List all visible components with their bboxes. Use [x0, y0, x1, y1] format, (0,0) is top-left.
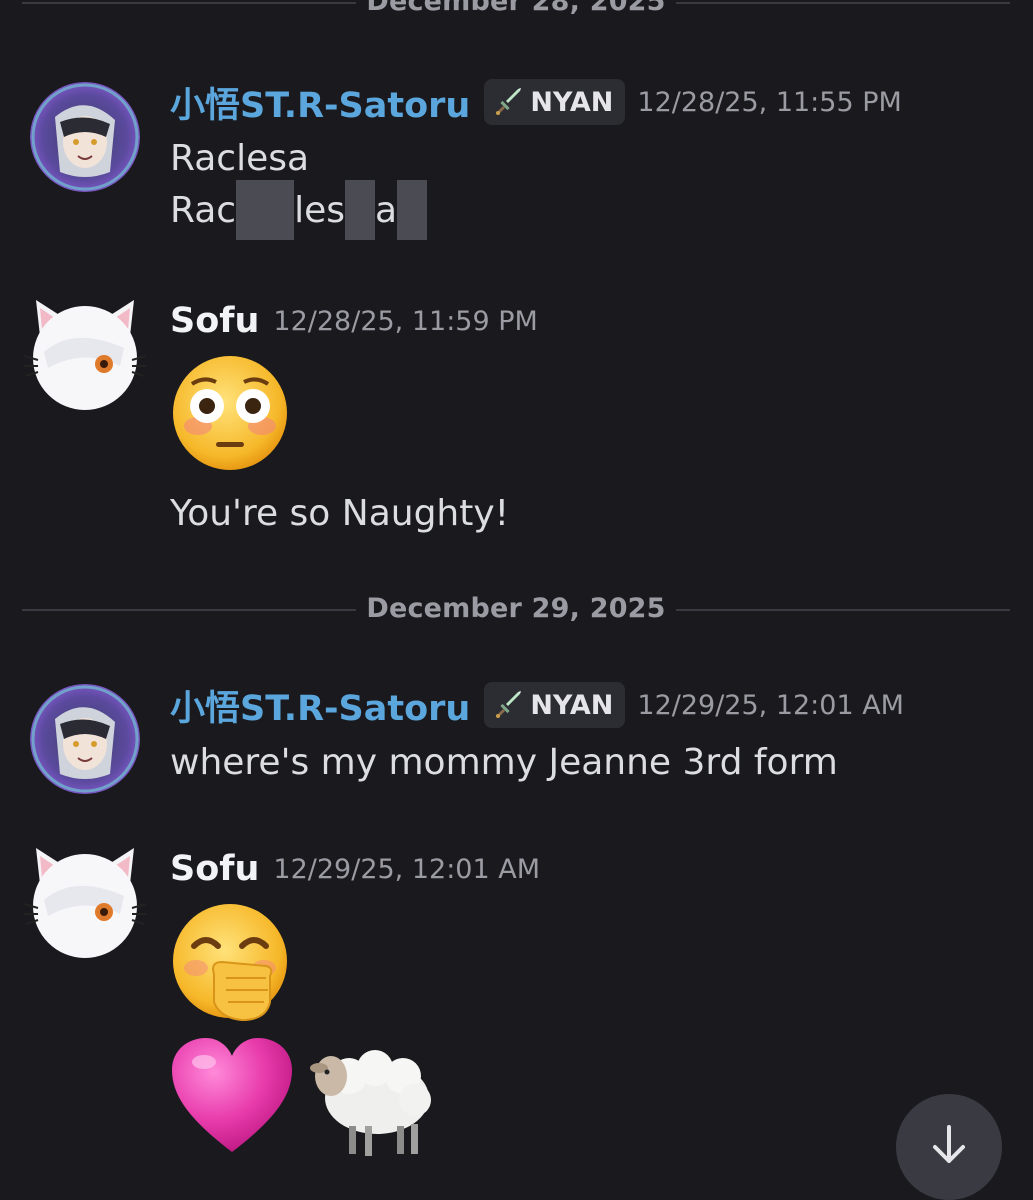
message-text: You're so Naughty! — [170, 488, 509, 538]
timestamp: 12/29/25, 12:01 AM — [637, 689, 904, 721]
message-line: Raclesa — [170, 137, 310, 179]
avatar[interactable] — [24, 844, 146, 960]
author-name[interactable]: Sofu — [170, 301, 259, 341]
message-line: les — [294, 189, 345, 231]
date-divider: December 29, 2025 — [22, 589, 1010, 629]
divider-line — [676, 2, 1010, 4]
message-text: Raclesa — [170, 134, 309, 182]
redaction-box — [397, 180, 428, 240]
timestamp: 12/28/25, 11:55 PM — [637, 86, 902, 118]
message-header: 小悟ST.R-Satoru NYAN 12/28/25, 11:55 PM — [170, 76, 902, 128]
guild-tag[interactable]: NYAN — [484, 682, 626, 728]
avatar[interactable] — [24, 296, 146, 412]
divider-line — [676, 609, 1010, 611]
face-with-hand-over-mouth-icon — [170, 902, 292, 1028]
jump-to-present-button[interactable] — [896, 1094, 1002, 1200]
chat-log: December 28, 2025 小悟ST.R-Satoru NYAN 12/… — [0, 0, 1033, 1200]
guild-tag[interactable]: NYAN — [484, 79, 626, 125]
message-header: 小悟ST.R-Satoru NYAN 12/29/25, 12:01 AM — [170, 679, 904, 731]
message-header: Sofu 12/28/25, 11:59 PM — [170, 295, 538, 347]
timestamp: 12/28/25, 11:59 PM — [273, 305, 538, 337]
pink-heart-icon — [170, 1036, 294, 1160]
timestamp: 12/29/25, 12:01 AM — [273, 853, 540, 885]
sword-icon — [494, 690, 524, 720]
redaction-box — [236, 180, 295, 240]
scroll-down-arrow-icon — [927, 1123, 971, 1171]
message-line: Rac — [170, 189, 237, 231]
tag-label: NYAN — [530, 86, 614, 118]
date-divider: December 28, 2025 — [22, 0, 1010, 22]
message-header: Sofu 12/29/25, 12:01 AM — [170, 843, 540, 895]
message-line: a — [374, 189, 398, 231]
message-text: where's my mommy Jeanne 3rd form — [170, 738, 838, 786]
author-name[interactable]: Sofu — [170, 849, 259, 889]
message-line: where's my mommy Jeanne 3rd form — [170, 741, 838, 783]
message-text: Rac les a — [170, 180, 428, 240]
avatar[interactable] — [30, 684, 140, 794]
sword-icon — [494, 87, 524, 117]
ewe-icon — [305, 1036, 435, 1162]
redaction-box — [344, 180, 375, 240]
author-name[interactable]: 小悟ST.R-Satoru — [170, 77, 470, 128]
avatar[interactable] — [30, 82, 140, 192]
message-line: You're so Naughty! — [170, 492, 510, 534]
author-name[interactable]: 小悟ST.R-Satoru — [170, 680, 470, 731]
flushed-face-icon — [170, 354, 290, 476]
tag-label: NYAN — [530, 689, 614, 721]
